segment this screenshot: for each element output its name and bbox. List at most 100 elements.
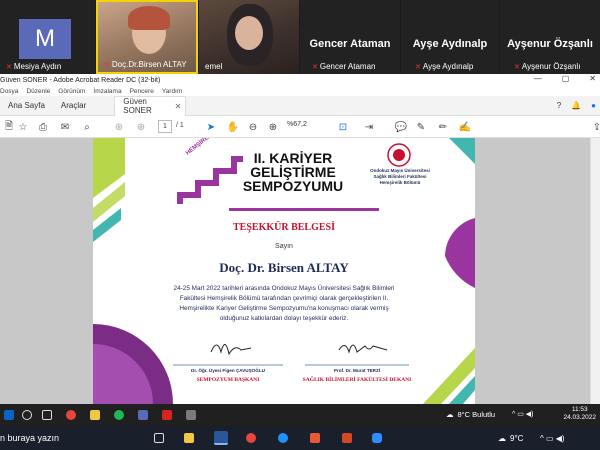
zoom-out-icon[interactable]: ⊖ [246, 120, 260, 134]
mic-muted-icon: ✕ [312, 63, 318, 71]
participant-tile-emel[interactable]: emel [199, 0, 299, 74]
help-icon[interactable]: ? [557, 101, 561, 110]
participant-tile-mesiya[interactable]: M ✕ Mesiya Aydın [0, 0, 95, 74]
print-icon[interactable]: ⎙ [36, 120, 50, 134]
office-icon[interactable] [310, 433, 320, 443]
taskbar-search[interactable]: n buraya yazın [0, 433, 59, 443]
weather-widget[interactable]: ☁ 8°C Bulutlu [446, 410, 495, 419]
email-icon[interactable]: ✉ [58, 120, 72, 134]
search-icon[interactable] [22, 410, 32, 420]
tab-home[interactable]: Ana Sayfa [0, 96, 53, 116]
notifications-icon[interactable]: 🔔 [571, 101, 581, 110]
highlight-icon[interactable]: ✎ [414, 120, 428, 134]
menu-view[interactable]: Görünüm [58, 88, 85, 95]
symposium-line3: SEMPOZYUMU [242, 178, 344, 194]
scroll-mode-icon[interactable]: ⇥ [362, 120, 376, 134]
participant-name: Mesiya Aydın [13, 62, 62, 71]
participant-name: Gencer Ataman [319, 62, 376, 71]
word-icon[interactable] [214, 431, 228, 445]
file-explorer-icon[interactable] [90, 410, 100, 420]
menu-bar: Dosya Düzenle Görünüm İmzalama Pencere Y… [0, 86, 600, 96]
acrobat-icon[interactable] [162, 410, 172, 420]
document-tab-label: Güven SONER [123, 97, 152, 115]
next-page-icon[interactable]: ⊕ [134, 120, 148, 134]
system-tray-icons[interactable]: ^ ▭ ◀) [512, 410, 534, 418]
tab-bar: Ana Sayfa Araçlar Güven SONER ✕ ? 🔔 ● [0, 95, 600, 116]
certificate-page: HEMŞİRELİKTE II. KARİYER GELİŞTİRME SEMP… [93, 138, 475, 404]
start-icon[interactable] [4, 410, 14, 420]
chrome-icon[interactable] [246, 433, 256, 443]
right-tools-panel[interactable] [590, 138, 600, 404]
comment-icon[interactable]: 💬 [394, 120, 408, 134]
participant-name: emel [205, 62, 223, 71]
draw-icon[interactable]: ✏ [436, 120, 450, 134]
app-icon[interactable] [138, 410, 148, 420]
signer2-name: Prof. Dr. Murat TERZİ [333, 368, 381, 373]
edge-icon[interactable] [278, 433, 288, 443]
signer2-role: SAĞLIK BİLİMLERİ FAKÜLTESİ DEKANI [302, 377, 412, 383]
participant-tile-gencer[interactable]: Gencer Ataman ✕ Gencer Ataman [300, 0, 400, 74]
file-explorer-icon[interactable] [184, 433, 194, 443]
participant-display-name: Ayşe Aydınalp [412, 38, 488, 50]
zoom-in-icon[interactable]: ⊕ [266, 120, 280, 134]
window-title: Güven SONER - Adobe Acrobat Reader DC (3… [0, 76, 161, 84]
maximize-button[interactable]: ▢ [562, 74, 570, 83]
participant-tile-birsen[interactable]: ✕ Doç.Dr.Birsen ALTAY [96, 0, 198, 74]
zoom-icon[interactable] [372, 433, 382, 443]
share-icon[interactable]: ⇪ [590, 120, 600, 134]
prev-page-icon[interactable]: ⊕ [112, 120, 126, 134]
mic-muted-icon: ✕ [6, 63, 12, 71]
document-viewer[interactable]: HEMŞİRELİKTE II. KARİYER GELİŞTİRME SEMP… [0, 138, 600, 404]
menu-file[interactable]: Dosya [0, 88, 18, 95]
task-view-icon[interactable] [42, 410, 52, 420]
account-icon[interactable]: ● [591, 101, 596, 110]
mic-muted-icon: ✕ [415, 63, 421, 71]
signer1-name: Dr. Öğr. Üyesi Figen ÇAVUŞOĞLU [191, 368, 265, 373]
shared-taskbar: ☁ 8°C Bulutlu ^ ▭ ◀) 11:53 24.03.2022 [0, 404, 600, 426]
menu-sign[interactable]: İmzalama [93, 88, 121, 95]
chrome-icon[interactable] [66, 410, 76, 420]
powerpoint-icon[interactable] [342, 433, 352, 443]
acrobat-window: Güven SONER - Adobe Acrobat Reader DC (3… [0, 74, 600, 404]
hand-tool-icon[interactable]: ✋ [226, 120, 240, 134]
close-button[interactable]: ✕ [589, 74, 596, 83]
avatar: M [19, 19, 71, 59]
zoom-level[interactable]: %67,2 [287, 121, 307, 128]
signer1-role: SEMPOZYUM BAŞKANI [196, 377, 260, 383]
salutation: Sayın [275, 243, 293, 250]
page-number-input[interactable]: 1 [158, 120, 172, 133]
search-icon[interactable]: ⌕ [80, 120, 94, 134]
bookmark-icon[interactable]: ☆ [16, 120, 30, 134]
select-tool-icon[interactable]: ➤ [204, 120, 218, 134]
system-tray-icons[interactable]: ^ ▭ ◀) [540, 434, 565, 443]
spotify-icon[interactable] [114, 410, 124, 420]
create-pdf-icon[interactable]: 🗎 [2, 120, 16, 134]
participant-display-name: Gencer Ataman [309, 38, 391, 50]
tab-document[interactable]: Güven SONER ✕ [114, 95, 187, 116]
participant-name: Ayşenur Özşanlı [521, 62, 581, 71]
recipient-name: Doç. Dr. Birsen ALTAY [219, 260, 349, 275]
menu-edit[interactable]: Düzenle [26, 88, 50, 95]
menu-help[interactable]: Yardım [162, 88, 182, 95]
participant-tile-aysenur[interactable]: Ayşenur Özşanlı ✕ Ayşenur Özşanlı [500, 0, 600, 74]
participant-name: Doç.Dr.Birsen ALTAY [111, 60, 187, 69]
clock[interactable]: 11:53 24.03.2022 [563, 406, 596, 422]
participant-tile-ayse[interactable]: Ayşe Aydınalp ✕ Ayşe Aydınalp [401, 0, 499, 74]
mic-muted-icon: ✕ [514, 63, 520, 71]
tab-tools[interactable]: Araçlar [53, 96, 94, 116]
signature-murat [338, 344, 388, 354]
minimize-button[interactable]: — [534, 74, 542, 83]
app-icon[interactable] [186, 410, 196, 420]
university-name: Ondokuz Mayıs Üniversitesi Sağlık Biliml… [370, 168, 430, 185]
cloud-icon: ☁ [446, 410, 454, 419]
signature-figen [210, 344, 252, 356]
fit-page-icon[interactable]: ⊡ [336, 120, 350, 134]
menu-window[interactable]: Pencere [130, 88, 154, 95]
certificate-title: TEŞEKKÜR BELGESİ [233, 222, 335, 233]
participant-video [235, 16, 263, 50]
outer-weather-widget[interactable]: ☁ 9°C [498, 434, 523, 443]
fill-sign-icon[interactable]: ✍ [458, 120, 472, 134]
video-gallery: M ✕ Mesiya Aydın ✕ Doç.Dr.Birsen ALTAY eme… [0, 0, 600, 74]
close-tab-icon[interactable]: ✕ [175, 102, 182, 111]
task-view-icon[interactable] [154, 433, 164, 443]
